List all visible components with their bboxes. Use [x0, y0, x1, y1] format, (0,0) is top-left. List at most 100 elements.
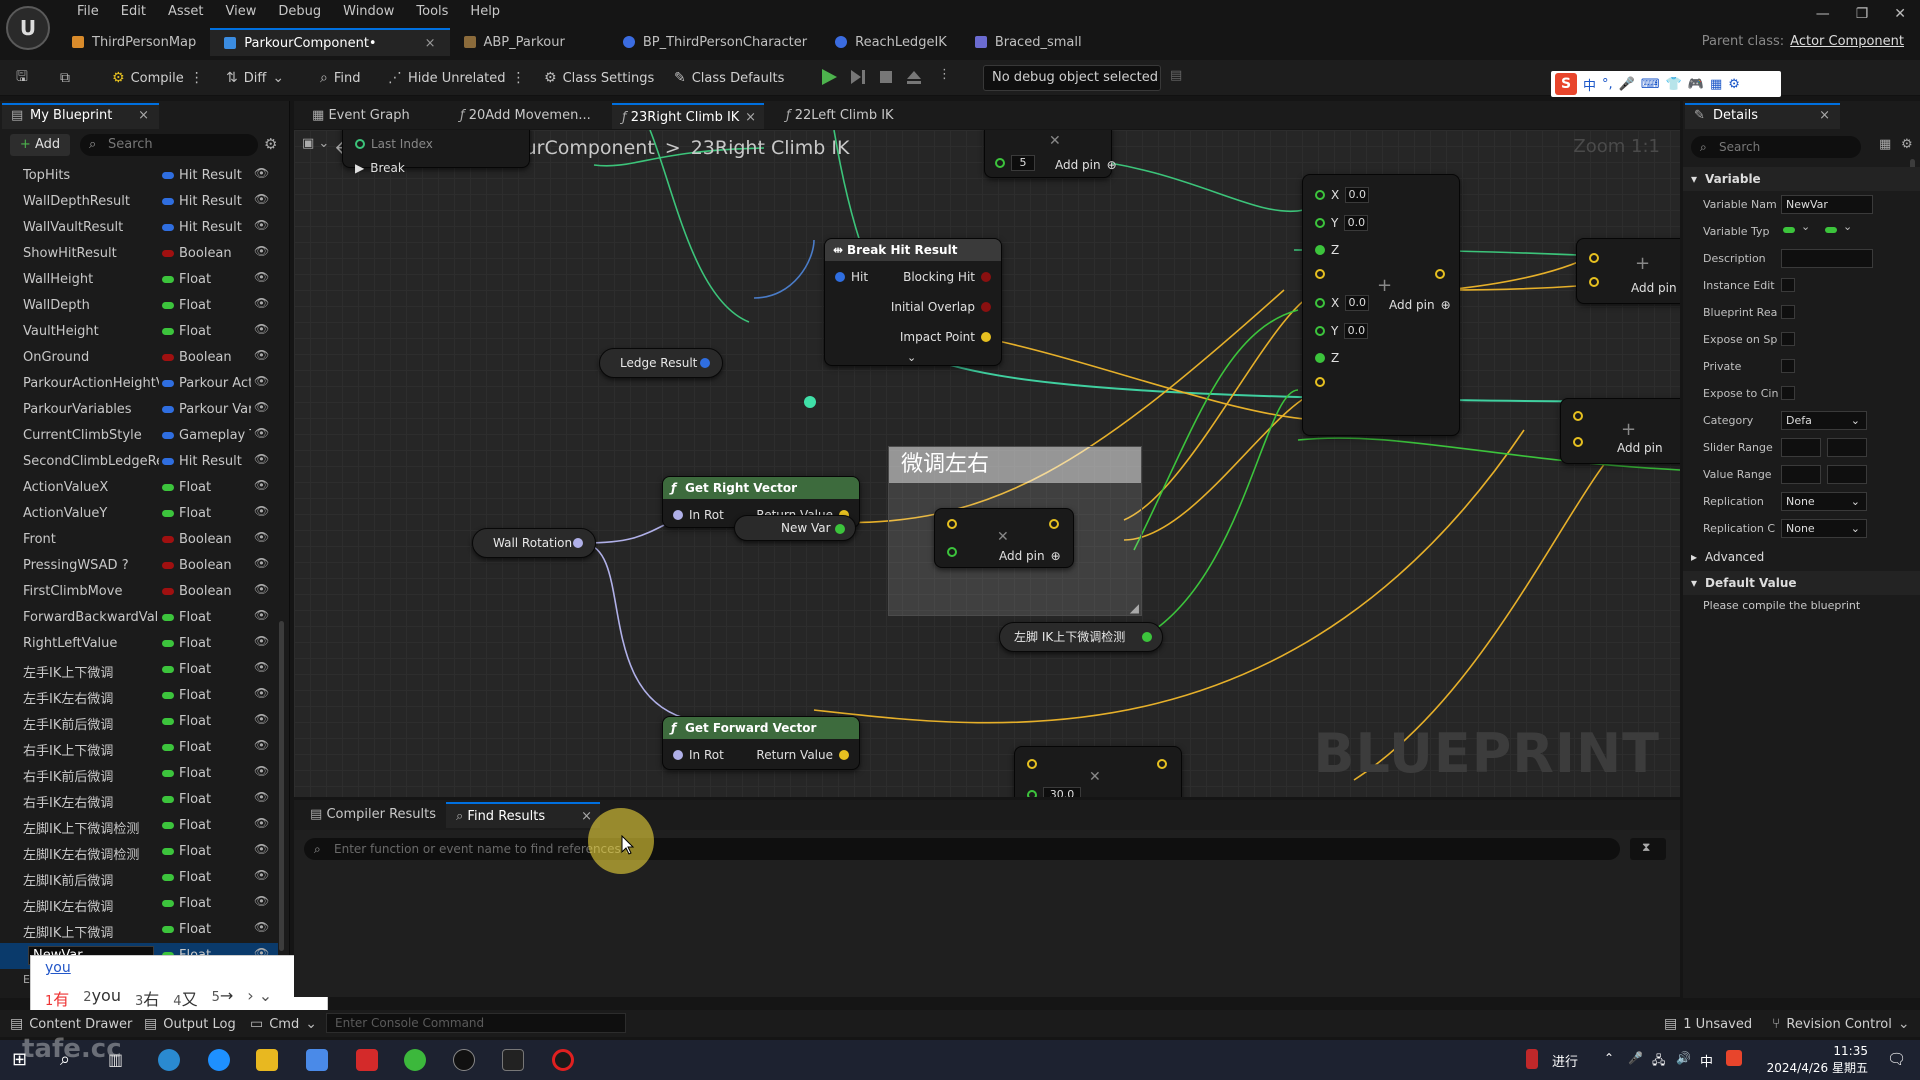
bool-pin-icon[interactable] — [981, 302, 991, 312]
property-value[interactable]: NewVar — [1781, 195, 1873, 214]
variable-type[interactable]: Float — [179, 688, 251, 703]
variable-row[interactable]: 左手IK上下微调 Float 👁 — [0, 657, 278, 683]
variable-type[interactable]: Hit Result — [179, 220, 251, 235]
visibility-eye-icon[interactable]: 👁 — [254, 348, 269, 362]
step-icon[interactable] — [849, 68, 867, 86]
ime-candidate[interactable]: 3右 — [135, 986, 159, 1010]
struct-pin-icon[interactable] — [835, 272, 845, 282]
clock[interactable]: 11:35 2024/4/26 星期五 — [1767, 1043, 1868, 1077]
visibility-eye-icon[interactable]: 👁 — [254, 504, 269, 518]
variable-row[interactable]: 左脚IK上下微调检测 Float 👁 — [0, 813, 278, 839]
stop-icon[interactable] — [877, 68, 895, 86]
resize-handle-icon[interactable]: ◢ — [1130, 601, 1139, 615]
variable-type[interactable]: Boolean — [179, 246, 251, 261]
variable-row[interactable]: WallDepthResult Hit Result 👁 — [0, 189, 278, 215]
property-value[interactable] — [1781, 276, 1795, 295]
ime-candidate[interactable]: 4又 — [173, 986, 197, 1010]
visibility-eye-icon[interactable]: 👁 — [254, 764, 269, 778]
tray-expand-icon[interactable]: ⌃ — [1604, 1051, 1614, 1065]
default-value-section[interactable]: ▾ Default Value — [1683, 571, 1920, 595]
property-value[interactable] — [1781, 465, 1873, 487]
variable-type[interactable]: Float — [179, 740, 251, 755]
advanced-section[interactable]: ▸ Advanced — [1683, 545, 1920, 569]
property-checkbox[interactable] — [1781, 332, 1795, 346]
tab-parkourcomponent[interactable]: ParkourComponent• × — [210, 28, 450, 56]
my-blueprint-tab[interactable]: ▤ My Blueprint × — [2, 103, 159, 129]
variable-type[interactable]: Gameplay T — [179, 428, 251, 443]
ime-settings-icon[interactable]: ⚙ — [1728, 77, 1740, 92]
variable-type[interactable]: Float — [179, 792, 251, 807]
tab-right-climb-ik[interactable]: ƒ 23Right Climb IK × — [612, 103, 764, 129]
property-checkbox[interactable] — [1781, 359, 1795, 373]
variable-row[interactable]: WallHeight Float 👁 — [0, 267, 278, 293]
variable-type[interactable]: Float — [179, 636, 251, 651]
close-tab-icon[interactable]: × — [138, 105, 149, 127]
ledge-result-variable[interactable]: Ledge Result — [599, 348, 723, 378]
variable-row[interactable]: ShowHitResult Boolean 👁 — [0, 241, 278, 267]
range-min-field[interactable] — [1781, 438, 1821, 457]
visibility-eye-icon[interactable]: 👁 — [254, 400, 269, 414]
close-window-icon[interactable]: ✕ — [1894, 6, 1906, 22]
vector-pin-icon[interactable] — [981, 332, 991, 342]
int-value[interactable]: 5 — [1011, 155, 1035, 171]
variable-type[interactable]: Float — [179, 610, 251, 625]
reroute-node[interactable] — [804, 396, 816, 408]
variable-row[interactable]: WallVaultResult Hit Result 👁 — [0, 215, 278, 241]
visibility-eye-icon[interactable]: 👁 — [254, 296, 269, 310]
menu-tools[interactable]: Tools — [405, 2, 459, 22]
visibility-eye-icon[interactable]: 👁 — [254, 920, 269, 934]
property-value[interactable] — [1781, 357, 1795, 376]
minimize-icon[interactable]: — — [1816, 6, 1830, 22]
wechat-icon[interactable] — [404, 1049, 426, 1071]
visibility-eye-icon[interactable]: 👁 — [254, 478, 269, 492]
save-button[interactable]: 🖫 — [16, 68, 28, 88]
find-button[interactable]: ⌕ Find — [320, 68, 360, 88]
notifications-icon[interactable]: 🗨 — [1887, 1050, 1906, 1068]
container-type-picker[interactable]: ⌄ — [1823, 220, 1857, 238]
variable-row[interactable]: 左手IK左右微调 Float 👁 — [0, 683, 278, 709]
sogou-logo-icon[interactable]: S — [1555, 73, 1577, 95]
visibility-eye-icon[interactable]: 👁 — [254, 894, 269, 908]
property-text-field[interactable] — [1781, 249, 1873, 268]
property-checkbox[interactable] — [1781, 278, 1795, 292]
variable-type[interactable]: Parkour Var — [179, 402, 251, 417]
visibility-eye-icon[interactable]: 👁 — [254, 634, 269, 648]
tab-left-climb-ik[interactable]: ƒ 22Left Climb IK — [786, 103, 906, 129]
variable-type[interactable]: Hit Result — [179, 168, 251, 183]
skin-icon[interactable]: 👕 — [1666, 77, 1682, 92]
visibility-eye-icon[interactable]: 👁 — [254, 452, 269, 466]
variable-row[interactable]: ParkourVariables Parkour Var 👁 — [0, 397, 278, 423]
visibility-eye-icon[interactable]: 👁 — [254, 686, 269, 700]
variable-row[interactable]: ActionValueY Float 👁 — [0, 501, 278, 527]
ime-mode-icon[interactable]: 中 — [1583, 75, 1596, 94]
multiply-node-bottom[interactable]: ✕ 30.0 — [1014, 746, 1182, 797]
property-combo[interactable]: Defa ⌄ — [1781, 411, 1867, 430]
menu-asset[interactable]: Asset — [157, 2, 215, 22]
exec-pin-icon[interactable]: ▶ — [355, 161, 364, 175]
find-references-input[interactable]: ⌕ Enter function or event name to find r… — [304, 838, 1620, 860]
scrollbar[interactable] — [279, 621, 284, 951]
float-value[interactable]: 30.0 — [1043, 787, 1081, 797]
visibility-eye-icon[interactable]: 👁 — [254, 608, 269, 622]
volume-icon[interactable]: 🔊 — [1676, 1051, 1691, 1065]
property-combo[interactable]: None ⌄ — [1781, 492, 1867, 511]
play-icon[interactable] — [820, 68, 838, 86]
variable-type-picker[interactable]: ⌄ — [1781, 220, 1815, 238]
add-node-right-bottom[interactable]: + Add pin — [1560, 398, 1680, 464]
variable-type[interactable]: Hit Result — [179, 454, 251, 469]
wall-rotation-variable[interactable]: Wall Rotation — [472, 528, 596, 558]
microphone-icon[interactable]: 🎤 — [1628, 1051, 1643, 1065]
add-pin-button[interactable]: Add pin ⊕ — [999, 549, 1061, 563]
menu-edit[interactable]: Edit — [110, 2, 157, 22]
close-tab-icon[interactable]: × — [425, 36, 436, 51]
variable-type[interactable]: Float — [179, 844, 251, 859]
hide-unrelated-button[interactable]: ⋰ Hide Unrelated ⋮ — [388, 68, 526, 88]
rotator-pin-icon[interactable] — [573, 538, 583, 548]
ime-candidate[interactable]: 1有 — [45, 986, 69, 1010]
property-value[interactable]: None ⌄ — [1781, 492, 1867, 511]
console-input[interactable]: Enter Console Command — [326, 1013, 626, 1033]
variable-type[interactable]: Float — [179, 324, 251, 339]
variable-type[interactable]: Float — [179, 662, 251, 677]
float-pin-icon[interactable] — [835, 524, 845, 534]
visibility-eye-icon[interactable]: 👁 — [254, 582, 269, 596]
